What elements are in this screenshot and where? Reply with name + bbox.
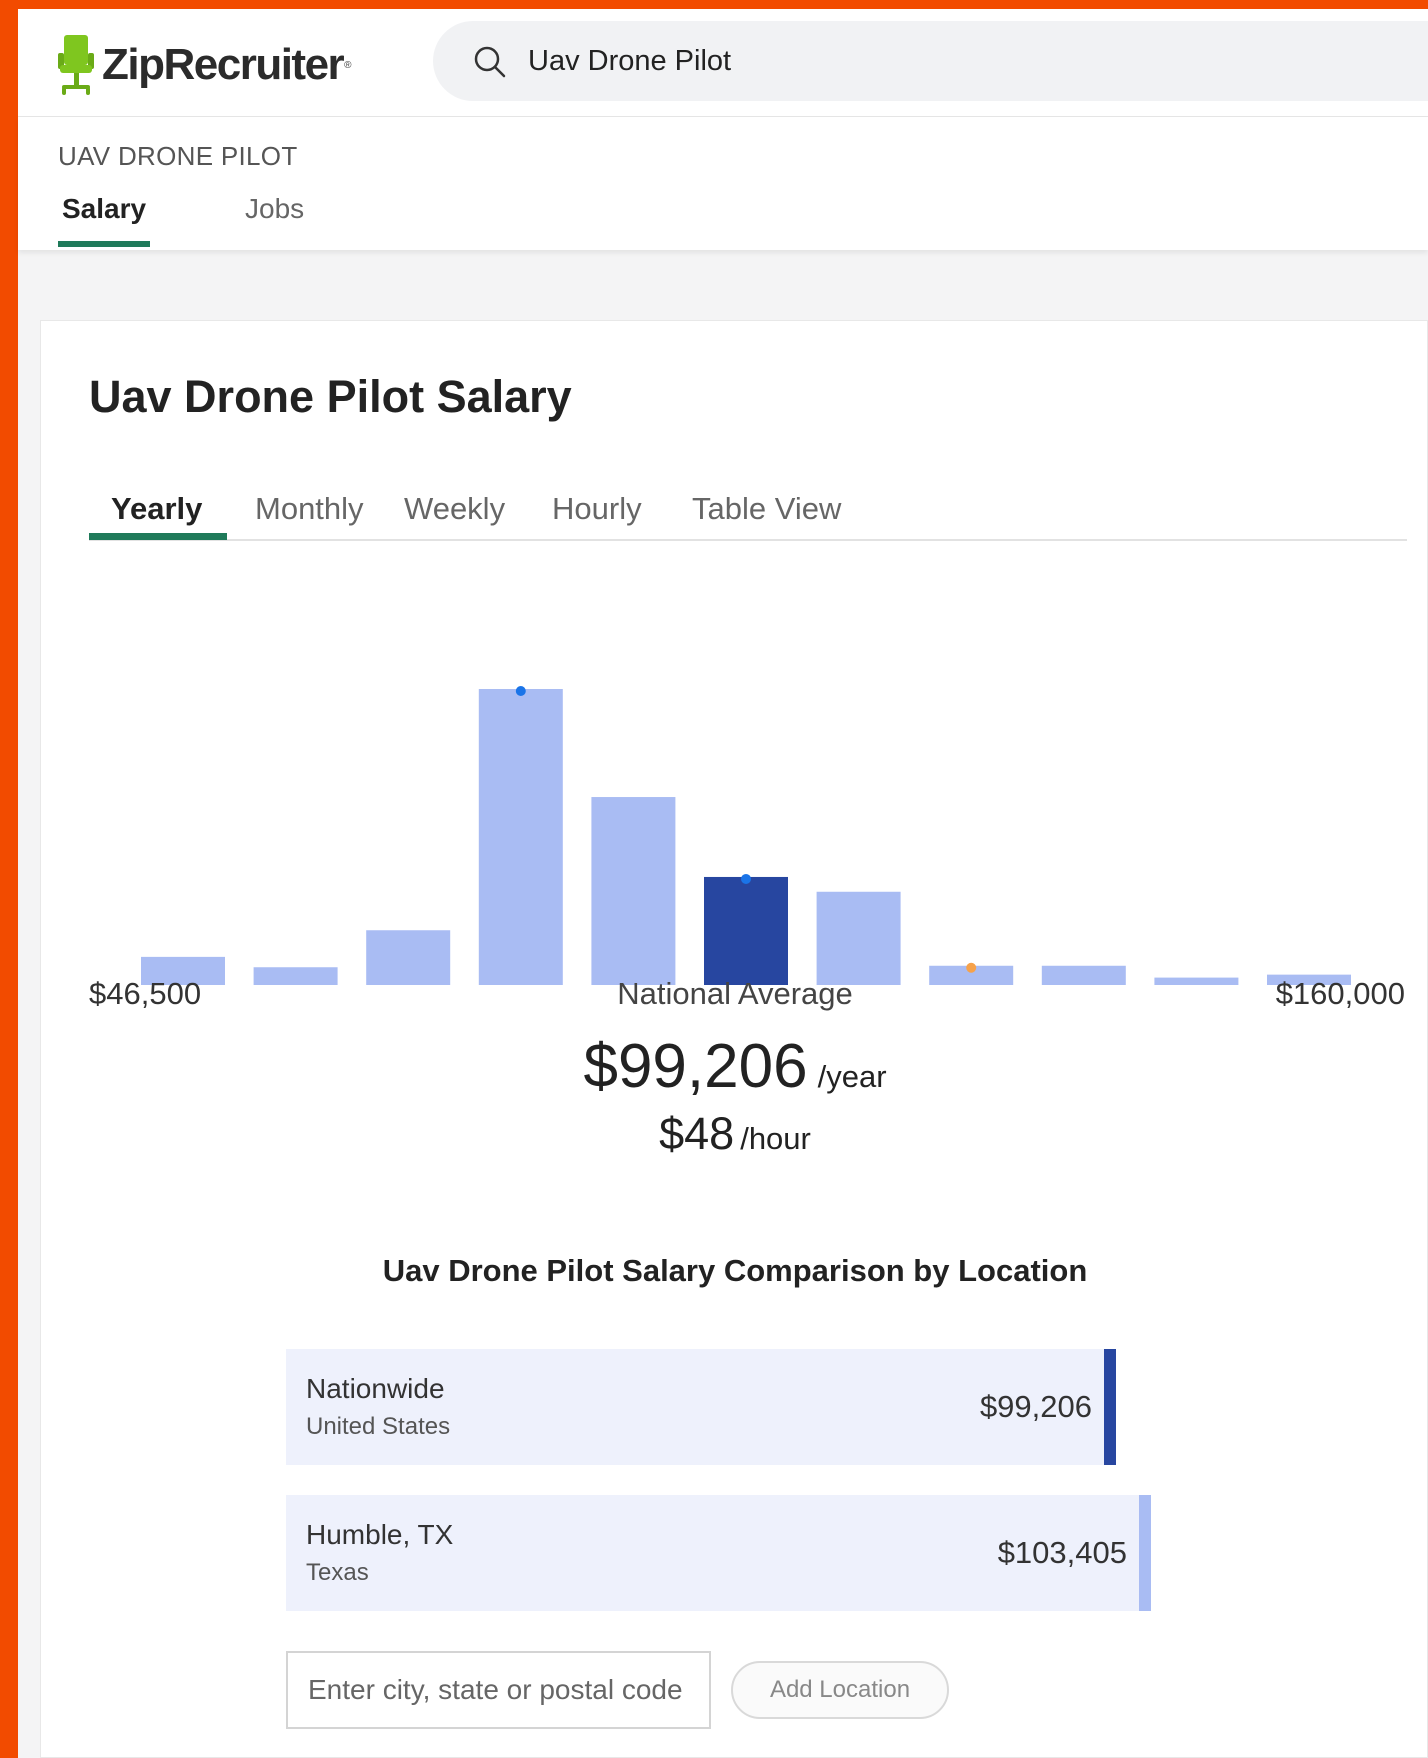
- orange-frame-left: [0, 0, 18, 1758]
- average-hourly: $48/hour: [41, 1108, 1428, 1160]
- tab-weekly[interactable]: Weekly: [404, 491, 505, 527]
- location-row-nationwide[interactable]: Nationwide United States $99,206: [286, 1349, 1116, 1465]
- average-yearly-value: $99,206: [583, 1032, 808, 1101]
- tab-hourly[interactable]: Hourly: [552, 491, 642, 527]
- tab-salary[interactable]: Salary: [62, 193, 146, 225]
- histogram-marker-dot: [515, 686, 526, 696]
- location-name: Nationwide: [306, 1373, 445, 1404]
- comparison-title: Uav Drone Pilot Salary Comparison by Loc…: [382, 1253, 1088, 1288]
- search-input[interactable]: [528, 39, 1328, 83]
- histogram-bar: [478, 689, 563, 985]
- location-input[interactable]: [286, 1651, 711, 1729]
- average-hourly-value: $48: [659, 1108, 735, 1159]
- tab-yearly[interactable]: Yearly: [111, 491, 202, 527]
- location-bar-marker: [1104, 1349, 1116, 1465]
- search-bar[interactable]: [433, 21, 1428, 101]
- job-subnav: UAV DRONE PILOT Salary Jobs: [18, 117, 1428, 250]
- histogram-marker-dot: [966, 962, 977, 973]
- location-name: Humble, TX: [306, 1519, 454, 1550]
- histogram-marker-dot: [741, 873, 751, 884]
- histogram-bar: [591, 797, 676, 985]
- add-location-button[interactable]: Add Location: [731, 1661, 949, 1719]
- location-salary: $99,206: [979, 1389, 1092, 1424]
- site-header: ZipRecruiter ®: [18, 9, 1428, 117]
- histogram-bar: [816, 891, 901, 985]
- page-title: Uav Drone Pilot Salary: [89, 371, 572, 422]
- active-tab-indicator: [58, 241, 150, 247]
- range-max-label: $160,000: [1275, 976, 1405, 1011]
- histogram-svg: [141, 686, 1351, 985]
- tab-monthly[interactable]: Monthly: [255, 491, 364, 527]
- national-average-label: National Average: [617, 976, 853, 1011]
- average-yearly-unit: /year: [817, 1059, 887, 1094]
- active-tab-indicator: [89, 533, 227, 540]
- location-region: United States: [306, 1413, 451, 1440]
- histogram-bar-average: [704, 876, 788, 985]
- chair-logo-icon: [58, 35, 94, 95]
- location-bar-marker: [1139, 1495, 1151, 1611]
- salary-card: Uav Drone Pilot Salary Yearly Monthly We…: [40, 320, 1428, 1758]
- search-icon[interactable]: [473, 45, 507, 79]
- location-salary: $103,405: [997, 1535, 1127, 1570]
- location-row-humble-tx[interactable]: Humble, TX Texas $103,405: [286, 1495, 1151, 1611]
- salary-histogram: [89, 621, 1407, 1001]
- breadcrumb: UAV DRONE PILOT: [58, 141, 298, 171]
- logo-wordmark: ZipRecruiter: [102, 40, 345, 89]
- location-region: Texas: [306, 1559, 369, 1586]
- period-tabs: Yearly Monthly Weekly Hourly Table View: [89, 461, 1407, 541]
- average-hourly-unit: /hour: [740, 1121, 811, 1156]
- orange-frame-top: [0, 0, 1428, 9]
- tab-table-view[interactable]: Table View: [692, 491, 841, 527]
- tab-jobs[interactable]: Jobs: [245, 193, 304, 225]
- ziprecruiter-logo[interactable]: ZipRecruiter ®: [56, 31, 352, 99]
- registered-mark: ®: [344, 59, 352, 71]
- average-yearly: $99,206/year: [41, 1031, 1428, 1102]
